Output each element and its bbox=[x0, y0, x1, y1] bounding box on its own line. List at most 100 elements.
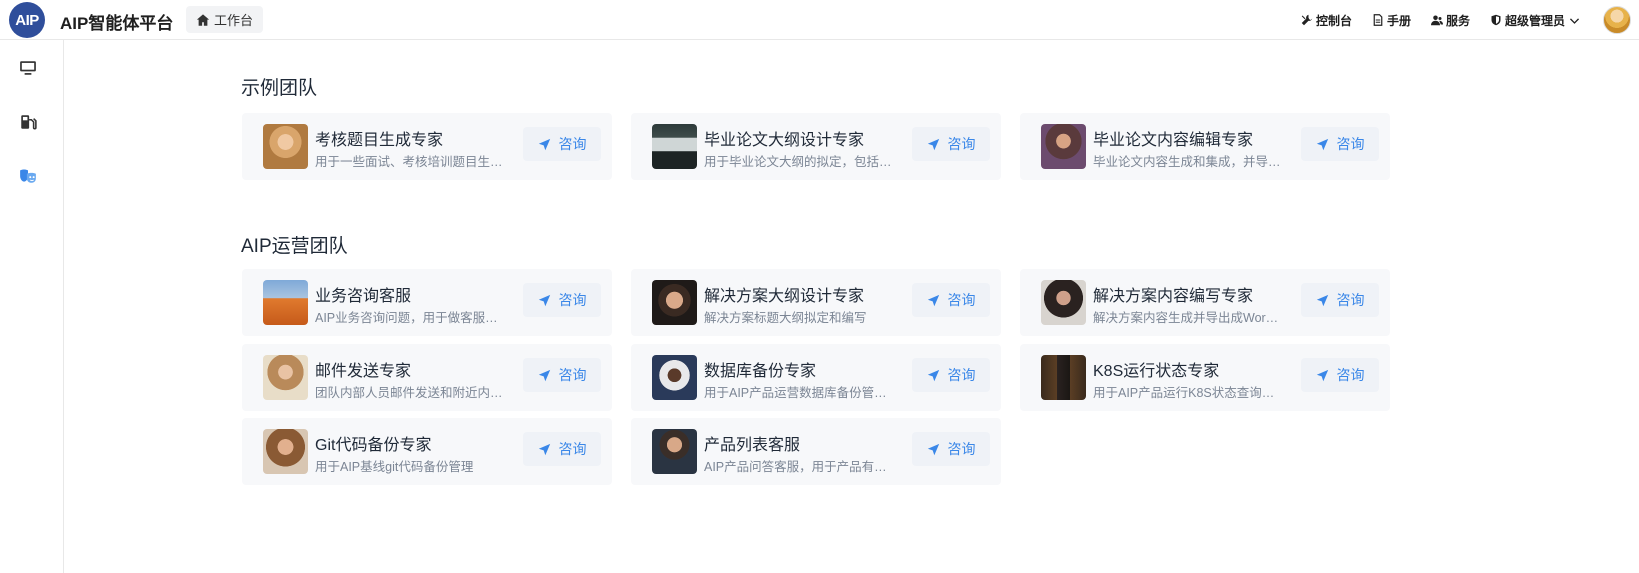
consult-button-label: 咨询 bbox=[558, 136, 587, 152]
agent-avatar bbox=[263, 124, 308, 169]
theater-masks-icon[interactable] bbox=[18, 166, 38, 186]
agent-card: 解决方案内容编写专家 解决方案内容生成并导出成Wor… 咨询 bbox=[1020, 269, 1390, 336]
shield-icon bbox=[1491, 14, 1501, 26]
consult-button-label: 咨询 bbox=[558, 367, 587, 383]
agent-name: 考核题目生成专家 bbox=[315, 132, 444, 149]
section-title-example: 示例团队 bbox=[241, 78, 318, 99]
agent-description: 用于一些面试、考核培训题目生… bbox=[315, 155, 503, 169]
agent-name: 解决方案内容编写专家 bbox=[1093, 288, 1254, 305]
agent-description: 用于AIP产品运营数据库备份管… bbox=[704, 386, 887, 400]
send-icon bbox=[1316, 138, 1328, 150]
agent-description: 用于AIP产品运行K8S状态查询… bbox=[1093, 386, 1275, 400]
nav-manual-label: 手册 bbox=[1386, 13, 1411, 28]
agent-description: 用于毕业论文大纲的拟定，包括… bbox=[704, 155, 892, 169]
consult-button[interactable]: 咨询 bbox=[523, 283, 601, 317]
send-icon bbox=[927, 138, 939, 150]
agent-avatar bbox=[652, 124, 697, 169]
agent-card: 毕业论文大纲设计专家 用于毕业论文大纲的拟定，包括… 咨询 bbox=[631, 113, 1001, 180]
consult-button[interactable]: 咨询 bbox=[1301, 283, 1379, 317]
agent-avatar bbox=[1041, 280, 1086, 325]
nav-service[interactable]: 服务 bbox=[1430, 12, 1470, 29]
nav-admin-label: 超级管理员 bbox=[1504, 13, 1565, 28]
agent-description: AIP产品问答客服，用于产品有… bbox=[704, 460, 887, 474]
send-icon bbox=[1316, 369, 1328, 381]
agent-avatar bbox=[652, 280, 697, 325]
send-icon bbox=[538, 369, 550, 381]
agent-avatar bbox=[263, 280, 308, 325]
agent-card: 考核题目生成专家 用于一些面试、考核培训题目生… 咨询 bbox=[242, 113, 612, 180]
agent-name: 产品列表客服 bbox=[704, 437, 801, 454]
agent-card: 业务咨询客服 AIP业务咨询问题，用于做客服… 咨询 bbox=[242, 269, 612, 336]
agent-description: 解决方案内容生成并导出成Wor… bbox=[1093, 311, 1279, 325]
nav-manual[interactable]: 手册 bbox=[1372, 12, 1411, 29]
agent-avatar bbox=[652, 355, 697, 400]
agent-name: 毕业论文大纲设计专家 bbox=[704, 132, 865, 149]
consult-button[interactable]: 咨询 bbox=[523, 358, 601, 392]
agent-name: Git代码备份专家 bbox=[315, 437, 432, 454]
consult-button-label: 咨询 bbox=[947, 441, 976, 457]
agent-name: K8S运行状态专家 bbox=[1093, 363, 1220, 380]
monitor-icon[interactable] bbox=[18, 58, 38, 78]
top-bar: AIP AIP智能体平台 工作台 控制台 手册 服务 超级管理员 bbox=[0, 0, 1639, 40]
top-nav: 控制台 手册 服务 超级管理员 bbox=[1281, 0, 1639, 40]
send-icon bbox=[927, 294, 939, 306]
consult-button[interactable]: 咨询 bbox=[912, 358, 990, 392]
home-icon bbox=[196, 13, 210, 26]
send-icon bbox=[538, 294, 550, 306]
section-title-ops: AIP运营团队 bbox=[241, 236, 348, 257]
consult-button[interactable]: 咨询 bbox=[912, 283, 990, 317]
tools-icon bbox=[1301, 14, 1313, 26]
consult-button-label: 咨询 bbox=[947, 367, 976, 383]
consult-button[interactable]: 咨询 bbox=[912, 432, 990, 466]
users-icon bbox=[1430, 15, 1443, 26]
tab-workbench-label: 工作台 bbox=[214, 13, 254, 28]
send-icon bbox=[927, 443, 939, 455]
agent-description: AIP业务咨询问题，用于做客服… bbox=[315, 311, 498, 325]
agent-avatar bbox=[652, 429, 697, 474]
consult-button-label: 咨询 bbox=[1336, 292, 1365, 308]
app-title: AIP智能体平台 bbox=[60, 14, 174, 33]
consult-button[interactable]: 咨询 bbox=[523, 432, 601, 466]
agent-description: 团队内部人员邮件发送和附近内… bbox=[315, 386, 503, 400]
agent-name: 毕业论文内容编辑专家 bbox=[1093, 132, 1254, 149]
app-logo[interactable]: AIP bbox=[9, 2, 45, 38]
agent-description: 解决方案标题大纲拟定和编写 bbox=[704, 311, 867, 325]
consult-button[interactable]: 咨询 bbox=[1301, 127, 1379, 161]
agent-card: 数据库备份专家 用于AIP产品运营数据库备份管… 咨询 bbox=[631, 344, 1001, 411]
agent-description: 毕业论文内容生成和集成，并导… bbox=[1093, 155, 1281, 169]
nav-console[interactable]: 控制台 bbox=[1301, 12, 1352, 29]
consult-button-label: 咨询 bbox=[558, 441, 587, 457]
agent-card: 产品列表客服 AIP产品问答客服，用于产品有… 咨询 bbox=[631, 418, 1001, 485]
agent-name: 业务咨询客服 bbox=[315, 288, 412, 305]
consult-button[interactable]: 咨询 bbox=[523, 127, 601, 161]
agent-card: 毕业论文内容编辑专家 毕业论文内容生成和集成，并导… 咨询 bbox=[1020, 113, 1390, 180]
chevron-down-icon bbox=[1569, 17, 1580, 24]
send-icon bbox=[1316, 294, 1328, 306]
consult-button-label: 咨询 bbox=[1336, 367, 1365, 383]
nav-console-label: 控制台 bbox=[1315, 13, 1352, 28]
main-content: 示例团队 考核题目生成专家 用于一些面试、考核培训题目生… 咨询 毕业论文大纲设… bbox=[64, 40, 1639, 573]
agent-card: K8S运行状态专家 用于AIP产品运行K8S状态查询… 咨询 bbox=[1020, 344, 1390, 411]
agent-card: Git代码备份专家 用于AIP基线git代码备份管理 咨询 bbox=[242, 418, 612, 485]
consult-button-label: 咨询 bbox=[947, 292, 976, 308]
send-icon bbox=[538, 443, 550, 455]
consult-button[interactable]: 咨询 bbox=[1301, 358, 1379, 392]
agent-card: 解决方案大纲设计专家 解决方案标题大纲拟定和编写 咨询 bbox=[631, 269, 1001, 336]
agent-name: 邮件发送专家 bbox=[315, 363, 412, 380]
agent-avatar bbox=[263, 355, 308, 400]
agent-avatar bbox=[1041, 355, 1086, 400]
user-avatar[interactable] bbox=[1603, 6, 1631, 34]
sidebar bbox=[0, 40, 64, 573]
tab-workbench[interactable]: 工作台 bbox=[186, 6, 264, 33]
fuel-station-icon[interactable] bbox=[18, 112, 38, 132]
agent-avatar bbox=[1041, 124, 1086, 169]
agent-name: 数据库备份专家 bbox=[704, 363, 817, 380]
consult-button-label: 咨询 bbox=[1336, 136, 1365, 152]
agent-description: 用于AIP基线git代码备份管理 bbox=[315, 460, 474, 474]
nav-admin-menu[interactable]: 超级管理员 bbox=[1490, 12, 1581, 29]
nav-service-label: 服务 bbox=[1445, 13, 1470, 28]
consult-button-label: 咨询 bbox=[947, 136, 976, 152]
consult-button[interactable]: 咨询 bbox=[912, 127, 990, 161]
consult-button-label: 咨询 bbox=[558, 292, 587, 308]
agent-avatar bbox=[263, 429, 308, 474]
